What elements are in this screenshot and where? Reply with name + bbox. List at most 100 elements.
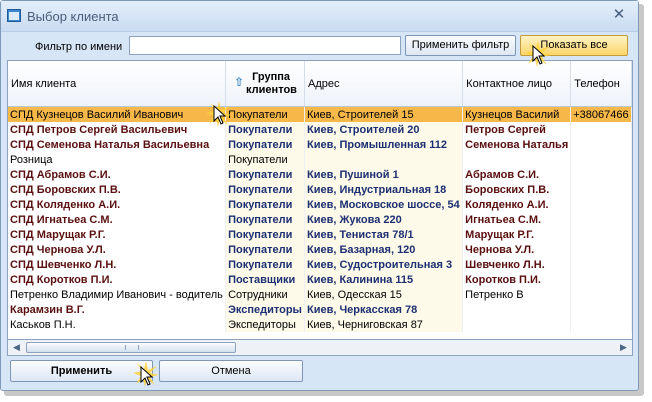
cell-address — [304, 152, 464, 167]
cell-group: Поставщики — [225, 272, 305, 287]
table-row[interactable]: СПД Коляденко А.И. Покупатели Киев, Москов… — [8, 197, 632, 212]
cell-phone — [570, 122, 632, 137]
filter-input[interactable] — [129, 36, 401, 55]
table-row[interactable]: СПД Петров Сергей Васильевич Покупатели Ки… — [8, 122, 632, 137]
cell-address: Киев, Промышленная 112 — [304, 137, 464, 152]
grip-icon — [125, 345, 139, 350]
cell-contact: Марущак Р.Г. — [462, 227, 572, 242]
cancel-button[interactable]: Отмена — [159, 360, 303, 382]
cell-name: СПД Коротков П.И. — [8, 272, 227, 287]
cell-phone — [570, 167, 632, 182]
cell-contact: Коротков П.И. — [462, 272, 572, 287]
table-row[interactable]: СПД Кузнецов Василий Иванович Покупатели К… — [8, 106, 632, 122]
cell-group: Покупатели — [225, 182, 305, 197]
table-row[interactable]: СПД Боровских П.В. Покупатели Киев, Индуст… — [8, 182, 632, 197]
table-row[interactable]: СПД Шевченко Л.Н. Покупатели Киев, Судостр… — [8, 257, 632, 272]
table-row[interactable]: СПД Игнатьеа С.М. Покупатели Киев, Жукова … — [8, 212, 632, 227]
mouse-pointer-icon — [213, 105, 227, 125]
column-header-name[interactable]: Имя клиента — [8, 61, 227, 107]
table-row[interactable]: СПД Марущак Р.Г. Покупатели Киев, Тенистая… — [8, 227, 632, 242]
cell-phone — [570, 317, 632, 332]
table-row[interactable]: СПД Абрамов С.И. Покупатели Киев, Пушиной … — [8, 167, 632, 182]
cell-name: Петренко Владимир Иванович - водитель — [8, 287, 227, 302]
cell-group: Покупатели — [225, 137, 305, 152]
cell-name: СПД Марущак Р.Г. — [8, 227, 227, 242]
cell-name: СПД Абрамов С.И. — [8, 167, 227, 182]
sort-ascending-icon: ⇧ — [233, 75, 245, 90]
cell-phone: +38067466 — [570, 106, 632, 122]
cell-contact: Шевченко Л.Н. — [462, 257, 572, 272]
cell-contact: Кузнецов Василий — [462, 106, 572, 122]
filter-label: Фильтр по имени — [35, 41, 123, 53]
cell-name: СПД Шевченко Л.Н. — [8, 257, 227, 272]
apply-button[interactable]: Применить — [10, 360, 153, 382]
column-header-contact[interactable]: Контактное лицо — [462, 61, 572, 107]
cell-name: Розница — [8, 152, 227, 167]
column-header-address[interactable]: Адрес — [304, 61, 464, 107]
table-row[interactable]: Каськов П.Н. Экспедиторы Киев, Черниговска… — [8, 317, 632, 332]
cell-address: Киев, Индустриальная 18 — [304, 182, 464, 197]
cell-address: Киев, Московское шоссе, 54 — [304, 197, 464, 212]
apply-filter-button[interactable]: Применить фильтр — [405, 35, 516, 56]
table-row[interactable]: СПД Семенова Наталья Васильевна Покупател… — [8, 137, 632, 152]
cell-phone — [570, 302, 632, 317]
cell-group: Покупатели — [225, 122, 305, 137]
cell-group: Покупатели — [225, 106, 305, 122]
cell-group: Покупатели — [225, 167, 305, 182]
cell-phone — [570, 212, 632, 227]
cell-address: Киев, Судостроительная 3 — [304, 257, 464, 272]
mouse-pointer-icon — [140, 366, 154, 386]
cell-contact — [462, 302, 572, 317]
cell-group: Покупатели — [225, 212, 305, 227]
cell-group: Покупатели — [225, 227, 305, 242]
table-row[interactable]: Карамзин В.Г. Экспедиторы Киев, Черкасская… — [8, 302, 632, 317]
table-row[interactable]: СПД Коротков П.И. Поставщики Киев, Калинин… — [8, 272, 632, 287]
column-header-group[interactable]: ⇧ Группа клиентов — [225, 61, 305, 107]
cell-address: Киев, Пушиной 1 — [304, 167, 464, 182]
cell-contact: Петров Сергей — [462, 122, 572, 137]
scroll-right-icon[interactable]: ▶ — [616, 340, 631, 355]
cell-group: Покупатели — [225, 242, 305, 257]
horizontal-scrollbar[interactable]: ◀ ▶ — [7, 339, 633, 356]
title-bar[interactable]: Выбор клиента ✕ — [1, 1, 638, 32]
cell-contact: Семенова Наталья — [462, 137, 572, 152]
clients-grid[interactable]: Имя клиента ⇧ Группа клиентов Адрес Конта… — [7, 60, 633, 356]
scrollbar-thumb[interactable] — [26, 342, 236, 353]
cell-address: Киев, Строителей 20 — [304, 122, 464, 137]
cell-contact: Чернова У.Л. — [462, 242, 572, 257]
cell-contact — [462, 152, 572, 167]
cell-group: Экспедиторы — [225, 302, 305, 317]
table-row[interactable]: СПД Чернова У.Л. Покупатели Киев, Базарная… — [8, 242, 632, 257]
cell-address: Киев, Калинина 115 — [304, 272, 464, 287]
cell-group: Покупатели — [225, 257, 305, 272]
cell-phone — [570, 197, 632, 212]
cell-address: Киев, Базарная, 120 — [304, 242, 464, 257]
cell-address: Киев, Жукова 220 — [304, 212, 464, 227]
close-icon[interactable]: ✕ — [610, 6, 628, 24]
cell-address: Киев, Черкасская 78 — [304, 302, 464, 317]
cell-contact: Петренко В — [462, 287, 572, 302]
cell-name: Каськов П.Н. — [8, 317, 227, 332]
window-title: Выбор клиента — [27, 9, 119, 24]
clients-table: Имя клиента ⇧ Группа клиентов Адрес Конта… — [8, 61, 632, 332]
column-header-phone[interactable]: Телефон — [570, 61, 632, 107]
cell-group: Покупатели — [225, 197, 305, 212]
column-header-group-label: Группа клиентов — [246, 70, 297, 96]
cell-phone — [570, 137, 632, 152]
table-row[interactable]: Петренко Владимир Иванович - водитель Сот… — [8, 287, 632, 302]
cell-phone — [570, 152, 632, 167]
cell-name: СПД Чернова У.Л. — [8, 242, 227, 257]
cell-phone — [570, 227, 632, 242]
cell-address: Киев, Тенистая 78/1 — [304, 227, 464, 242]
cell-address: Киев, Одесская 15 — [304, 287, 464, 302]
scroll-left-icon[interactable]: ◀ — [9, 340, 24, 355]
cell-contact: Коляденко А.И. — [462, 197, 572, 212]
cell-group: Экспедиторы — [225, 317, 305, 332]
client-picker-window: Выбор клиента ✕ Фильтр по имени Применит… — [0, 0, 639, 391]
table-header-row: Имя клиента ⇧ Группа клиентов Адрес Конта… — [8, 61, 632, 107]
cell-group: Покупатели — [225, 152, 305, 167]
cell-name: Карамзин В.Г. — [8, 302, 227, 317]
cell-contact: Игнатьеа С.М. — [462, 212, 572, 227]
cell-phone — [570, 257, 632, 272]
table-row[interactable]: Розница Покупатели — [8, 152, 632, 167]
